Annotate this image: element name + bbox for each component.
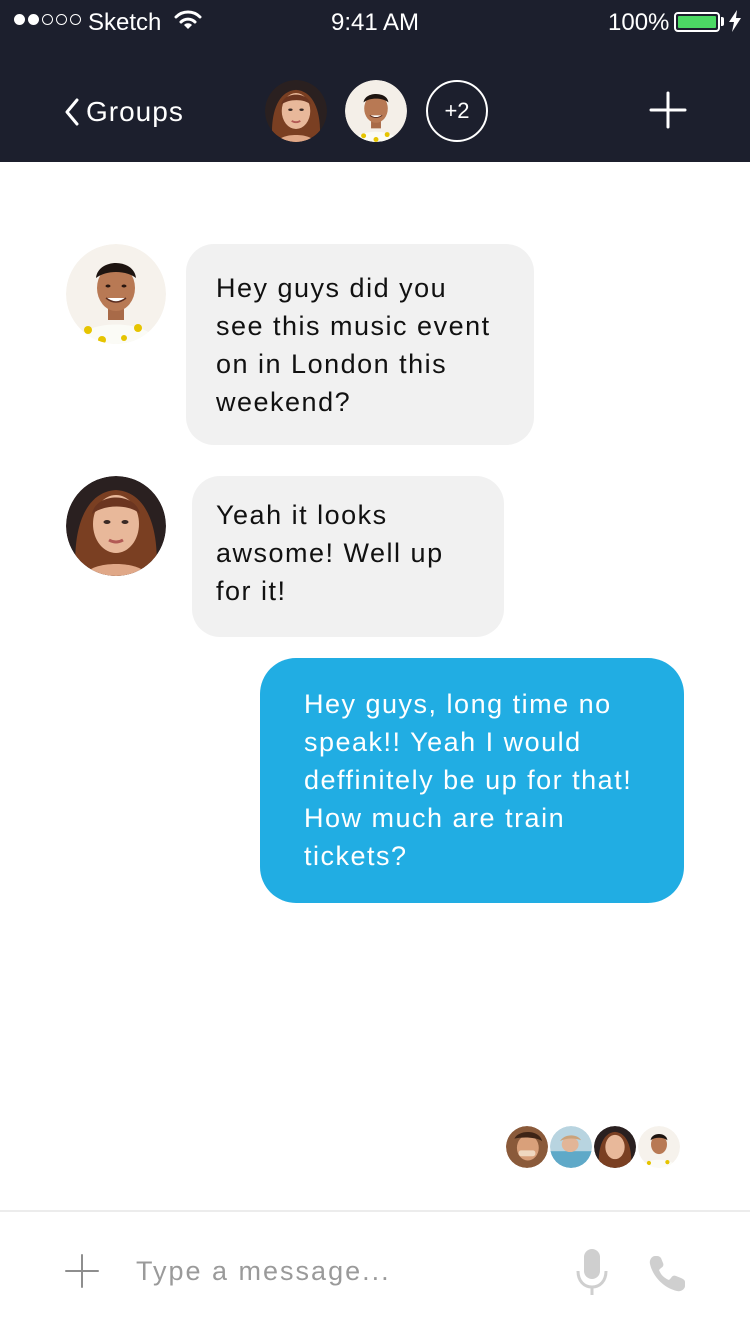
read-receipts: [504, 1124, 694, 1170]
battery-icon: [674, 12, 720, 32]
back-label: Groups: [86, 96, 184, 127]
battery-nub: [721, 17, 724, 26]
message-text: Hey guys, long time no speak!! Yeah I wo…: [304, 689, 633, 871]
message-input[interactable]: [136, 1248, 546, 1294]
message-text: Yeah it looks awsome! Well up for it!: [216, 500, 444, 606]
microphone-icon[interactable]: [574, 1247, 610, 1297]
seen-avatar: [548, 1124, 594, 1170]
message-bubble-incoming[interactable]: Yeah it looks awsome! Well up for it!: [192, 476, 504, 637]
message-bubble-incoming[interactable]: Hey guys did you see this music event on…: [186, 244, 534, 445]
seen-avatar: [636, 1124, 682, 1170]
bolt-icon: [729, 10, 741, 32]
phone-icon[interactable]: [646, 1253, 688, 1295]
sender-avatar-woman[interactable]: [66, 476, 166, 576]
top-bar: Sketch 9:41 AM 100% Groups +2: [0, 0, 750, 162]
more-members-button[interactable]: +2: [426, 80, 488, 142]
back-button[interactable]: Groups: [64, 92, 184, 132]
chevron-left-icon: [65, 98, 79, 126]
member-avatar-man[interactable]: [345, 80, 407, 142]
composer-divider: [0, 1210, 750, 1212]
battery-percent: 100%: [608, 9, 670, 36]
add-member-button[interactable]: [648, 90, 688, 130]
message-text: Hey guys did you see this music event on…: [216, 273, 491, 417]
sender-avatar-man[interactable]: [66, 244, 166, 344]
seen-avatar: [592, 1124, 638, 1170]
member-avatar-woman[interactable]: [265, 80, 327, 142]
attach-plus-icon[interactable]: [64, 1253, 100, 1289]
message-bubble-outgoing[interactable]: Hey guys, long time no speak!! Yeah I wo…: [260, 658, 684, 903]
status-bar: Sketch 9:41 AM 100%: [0, 0, 750, 44]
seen-avatar: [504, 1124, 550, 1170]
